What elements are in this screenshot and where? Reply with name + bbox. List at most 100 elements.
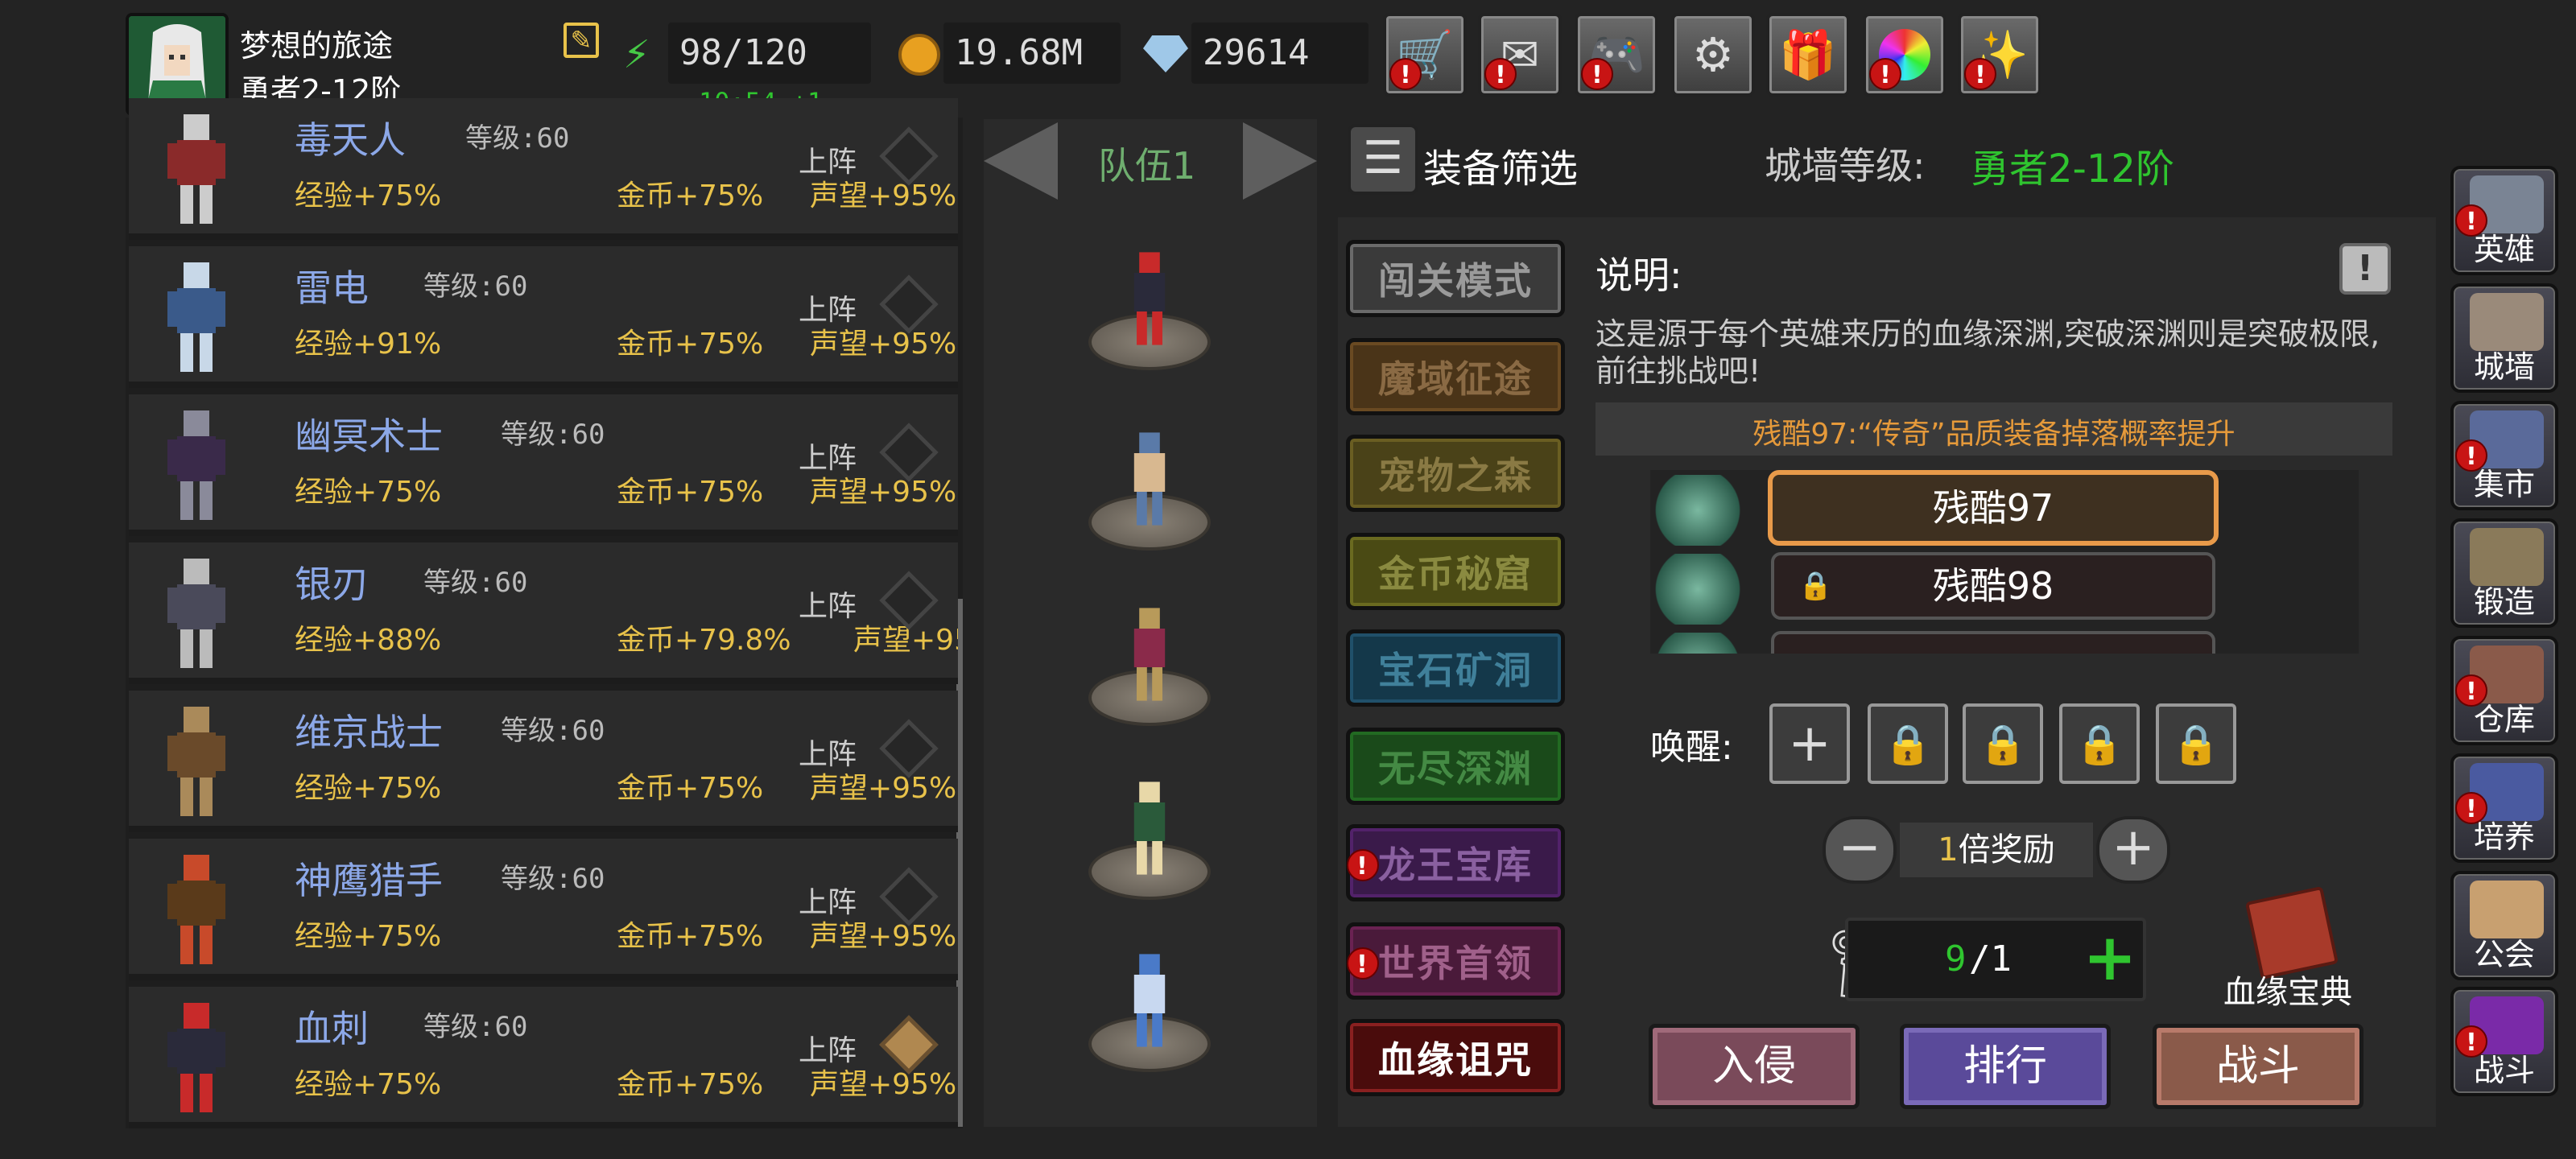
- hero-level: 等级:60: [501, 715, 605, 747]
- level-row-locked[interactable]: 🔒 残酷98: [1771, 552, 2215, 620]
- alert-badge: !: [2455, 439, 2487, 472]
- mode-tab[interactable]: 闯关模式: [1346, 240, 1565, 317]
- key-add-button[interactable]: +: [2082, 926, 2138, 993]
- awaken-locked-slot[interactable]: 🔒: [2156, 703, 2236, 784]
- awaken-locked-slot[interactable]: 🔒: [1868, 703, 1948, 784]
- battle-button[interactable]: 战斗: [2153, 1024, 2363, 1109]
- hero-exp-bonus: 经验+88%: [295, 624, 442, 657]
- gift-button[interactable]: 🎁: [1766, 13, 1850, 97]
- team-slot[interactable]: [1088, 776, 1211, 900]
- team-hero-icon: [1133, 252, 1166, 345]
- mode-label: 魔域征途: [1378, 357, 1533, 401]
- alert-badge: !: [2455, 1025, 2487, 1058]
- hero-level: 等级:60: [465, 122, 570, 155]
- hero-gold-bonus: 金币+75%: [617, 476, 764, 509]
- mode-tab[interactable]: 金币秘窟: [1346, 533, 1565, 610]
- hero-row[interactable]: 银刃 等级:60 经验+88% 金币+79.8% 声望+95% 上阵: [129, 542, 958, 684]
- hero-exp-bonus: 经验+75%: [295, 179, 442, 212]
- edit-icon[interactable]: ✎: [564, 23, 599, 58]
- alert-badge: !: [1484, 58, 1517, 90]
- sidebar-label: 公会: [2473, 937, 2535, 972]
- lock-icon: 🔒: [1798, 570, 1833, 602]
- sidebar-button[interactable]: 集市 !: [2450, 401, 2558, 510]
- mode-tab[interactable]: 血缘诅咒: [1346, 1019, 1565, 1096]
- mode-label: 世界首领: [1378, 942, 1533, 985]
- sidebar-button[interactable]: 培养 !: [2450, 753, 2558, 863]
- team-hero-icon: [1133, 608, 1166, 701]
- mode-label: 金币秘窟: [1378, 552, 1533, 596]
- sidebar-button[interactable]: 锻造: [2450, 518, 2558, 628]
- sidebar-label: 锻造: [2473, 584, 2535, 620]
- level-row-selected[interactable]: 残酷97: [1768, 470, 2219, 546]
- alert-badge: !: [2455, 792, 2487, 824]
- sidebar-button[interactable]: 公会: [2450, 871, 2558, 980]
- sidebar-button[interactable]: 仓库 !: [2450, 636, 2558, 745]
- awaken-locked-slot[interactable]: 🔒: [1963, 703, 2043, 784]
- mode-label: 龙王宝库: [1378, 843, 1533, 887]
- hero-exp-bonus: 经验+75%: [295, 772, 442, 805]
- awaken-locked-slot[interactable]: 🔒: [2059, 703, 2140, 784]
- multiplier-suffix: 倍奖励: [1958, 831, 2055, 868]
- hero-gold-bonus: 金币+75%: [617, 1068, 764, 1101]
- multiplier-minus-button[interactable]: −: [1823, 816, 1897, 884]
- hero-row[interactable]: 维京战士 等级:60 经验+75% 金币+75% 声望+95% 上阵: [129, 691, 958, 832]
- mail-button[interactable]: ✉!: [1478, 13, 1562, 97]
- mode-tab[interactable]: 魔域征途: [1346, 338, 1565, 415]
- shop-button[interactable]: 🛒!: [1383, 13, 1467, 97]
- equipment-filter-label[interactable]: 装备筛选: [1423, 137, 1578, 193]
- deploy-label: 上阵: [799, 146, 857, 179]
- deploy-label: 上阵: [799, 442, 857, 475]
- alert-badge: !: [2455, 204, 2487, 237]
- color-wheel-button[interactable]: !: [1863, 13, 1946, 97]
- hero-portrait-icon: [167, 1003, 225, 1112]
- sidebar-button[interactable]: 战斗 !: [2450, 987, 2558, 1096]
- rune-icon: [1650, 554, 1745, 625]
- team-slot[interactable]: [1088, 602, 1211, 726]
- info-icon[interactable]: !: [2339, 243, 2391, 295]
- level-label: 残酷97: [1932, 486, 2054, 530]
- codex-label[interactable]: 血缘宝典: [2223, 966, 2352, 1013]
- deploy-label: 上阵: [799, 886, 857, 919]
- mode-tab[interactable]: 宠物之森: [1346, 435, 1565, 512]
- multiplier-plus-button[interactable]: +: [2096, 816, 2170, 884]
- hero-portrait-icon: [167, 707, 225, 816]
- firework-button[interactable]: ✨!: [1958, 13, 2041, 97]
- mode-tab[interactable]: 无尽深渊: [1346, 728, 1565, 805]
- menu-icon[interactable]: ☰: [1348, 124, 1418, 195]
- hero-row[interactable]: 血刺 等级:60 经验+75% 金币+75% 声望+95% 上阵: [129, 987, 958, 1128]
- invade-button[interactable]: 入侵: [1649, 1024, 1860, 1109]
- deploy-label: 上阵: [799, 590, 857, 623]
- hero-level: 等级:60: [423, 567, 528, 599]
- team-slot[interactable]: [1088, 246, 1211, 370]
- sidebar-button[interactable]: 城墙: [2450, 283, 2558, 393]
- mode-tab[interactable]: 宝石矿洞: [1346, 629, 1565, 707]
- awaken-add-slot[interactable]: +: [1769, 703, 1850, 784]
- hero-row[interactable]: 雷电 等级:60 经验+91% 金币+75% 声望+95% 上阵: [129, 246, 958, 388]
- stamina-value: 98/120: [668, 23, 871, 84]
- key-max: /1: [1969, 938, 2012, 980]
- ranking-button[interactable]: 排行: [1900, 1024, 2111, 1109]
- description-text: 这是源于每个英雄来历的血缘深渊,突破深渊则是突破极限,前往挑战吧!: [1596, 316, 2380, 389]
- hero-name: 神鹰猎手: [295, 859, 443, 902]
- settings-button[interactable]: ⚙: [1671, 13, 1755, 97]
- hero-level: 等级:60: [501, 419, 605, 451]
- stamina-icon: ⚡: [623, 32, 650, 77]
- multiplier-value: 1: [1938, 831, 1959, 868]
- team-slot[interactable]: [1088, 948, 1211, 1072]
- hero-name: 银刃: [295, 563, 369, 606]
- hero-portrait-icon: [167, 114, 225, 224]
- level-list[interactable]: 残酷97 🔒 残酷98: [1650, 470, 2359, 654]
- hero-row[interactable]: 毒天人 等级:60 经验+75% 金币+75% 声望+95% 上阵: [129, 98, 958, 240]
- mode-tab[interactable]: 世界首领!: [1346, 922, 1565, 1000]
- sidebar-button[interactable]: 英雄 !: [2450, 166, 2558, 275]
- hero-portrait-icon: [167, 262, 225, 372]
- level-row-next[interactable]: [1771, 631, 2215, 654]
- hero-exp-bonus: 经验+75%: [295, 920, 442, 953]
- mode-label: 宝石矿洞: [1378, 649, 1533, 692]
- team-slot[interactable]: [1088, 427, 1211, 551]
- hero-row[interactable]: 幽冥术士 等级:60 经验+75% 金币+75% 声望+95% 上阵: [129, 394, 958, 536]
- level-label: 残酷98: [1932, 564, 2054, 608]
- gamepad-button[interactable]: 🎮!: [1575, 13, 1658, 97]
- mode-tab[interactable]: 龙王宝库!: [1346, 824, 1565, 901]
- hero-row[interactable]: 神鹰猎手 等级:60 经验+75% 金币+75% 声望+95% 上阵: [129, 839, 958, 980]
